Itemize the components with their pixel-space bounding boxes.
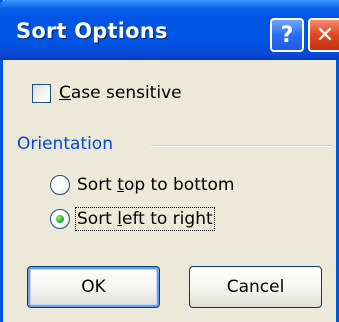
- sort-left-to-right-label[interactable]: Sort left to right: [75, 207, 215, 231]
- sort-top-to-bottom-mnemonic: t: [117, 175, 124, 195]
- sort-top-to-bottom-label-rest: op to bottom: [123, 175, 235, 195]
- orientation-group-divider: [151, 145, 331, 147]
- cancel-button[interactable]: Cancel: [189, 266, 322, 308]
- sort-top-to-bottom-label-prefix: Sort: [77, 175, 118, 195]
- sort-top-to-bottom-radio[interactable]: [50, 175, 70, 195]
- case-sensitive-label[interactable]: Case sensitive: [59, 83, 182, 103]
- sort-left-to-right-label-rest: eft to right: [122, 209, 213, 229]
- case-sensitive-checkbox[interactable]: [32, 83, 51, 103]
- close-icon: ✕: [315, 22, 335, 48]
- ok-button[interactable]: OK: [27, 266, 160, 308]
- case-sensitive-mnemonic: C: [59, 83, 71, 103]
- sort-left-to-right-option[interactable]: Sort left to right: [50, 207, 215, 231]
- dialog-title: Sort Options: [16, 19, 168, 43]
- sort-top-to-bottom-option[interactable]: Sort top to bottom: [50, 175, 235, 195]
- sort-left-to-right-radio[interactable]: [50, 209, 70, 229]
- help-icon: ?: [280, 22, 294, 48]
- title-bar[interactable]: Sort Options ? ✕: [0, 0, 339, 60]
- orientation-group-title: Orientation: [17, 134, 113, 154]
- sort-left-to-right-label-prefix: Sort: [77, 209, 118, 229]
- case-sensitive-option[interactable]: Case sensitive: [32, 83, 182, 103]
- sort-options-dialog: Sort Options ? ✕ Case sensitive Orientat…: [0, 0, 339, 322]
- close-button[interactable]: ✕: [308, 18, 339, 52]
- case-sensitive-label-rest: ase sensitive: [70, 83, 182, 103]
- sort-top-to-bottom-label[interactable]: Sort top to bottom: [77, 175, 235, 195]
- help-button[interactable]: ?: [270, 18, 304, 52]
- window-bottom-edge: [3, 318, 336, 322]
